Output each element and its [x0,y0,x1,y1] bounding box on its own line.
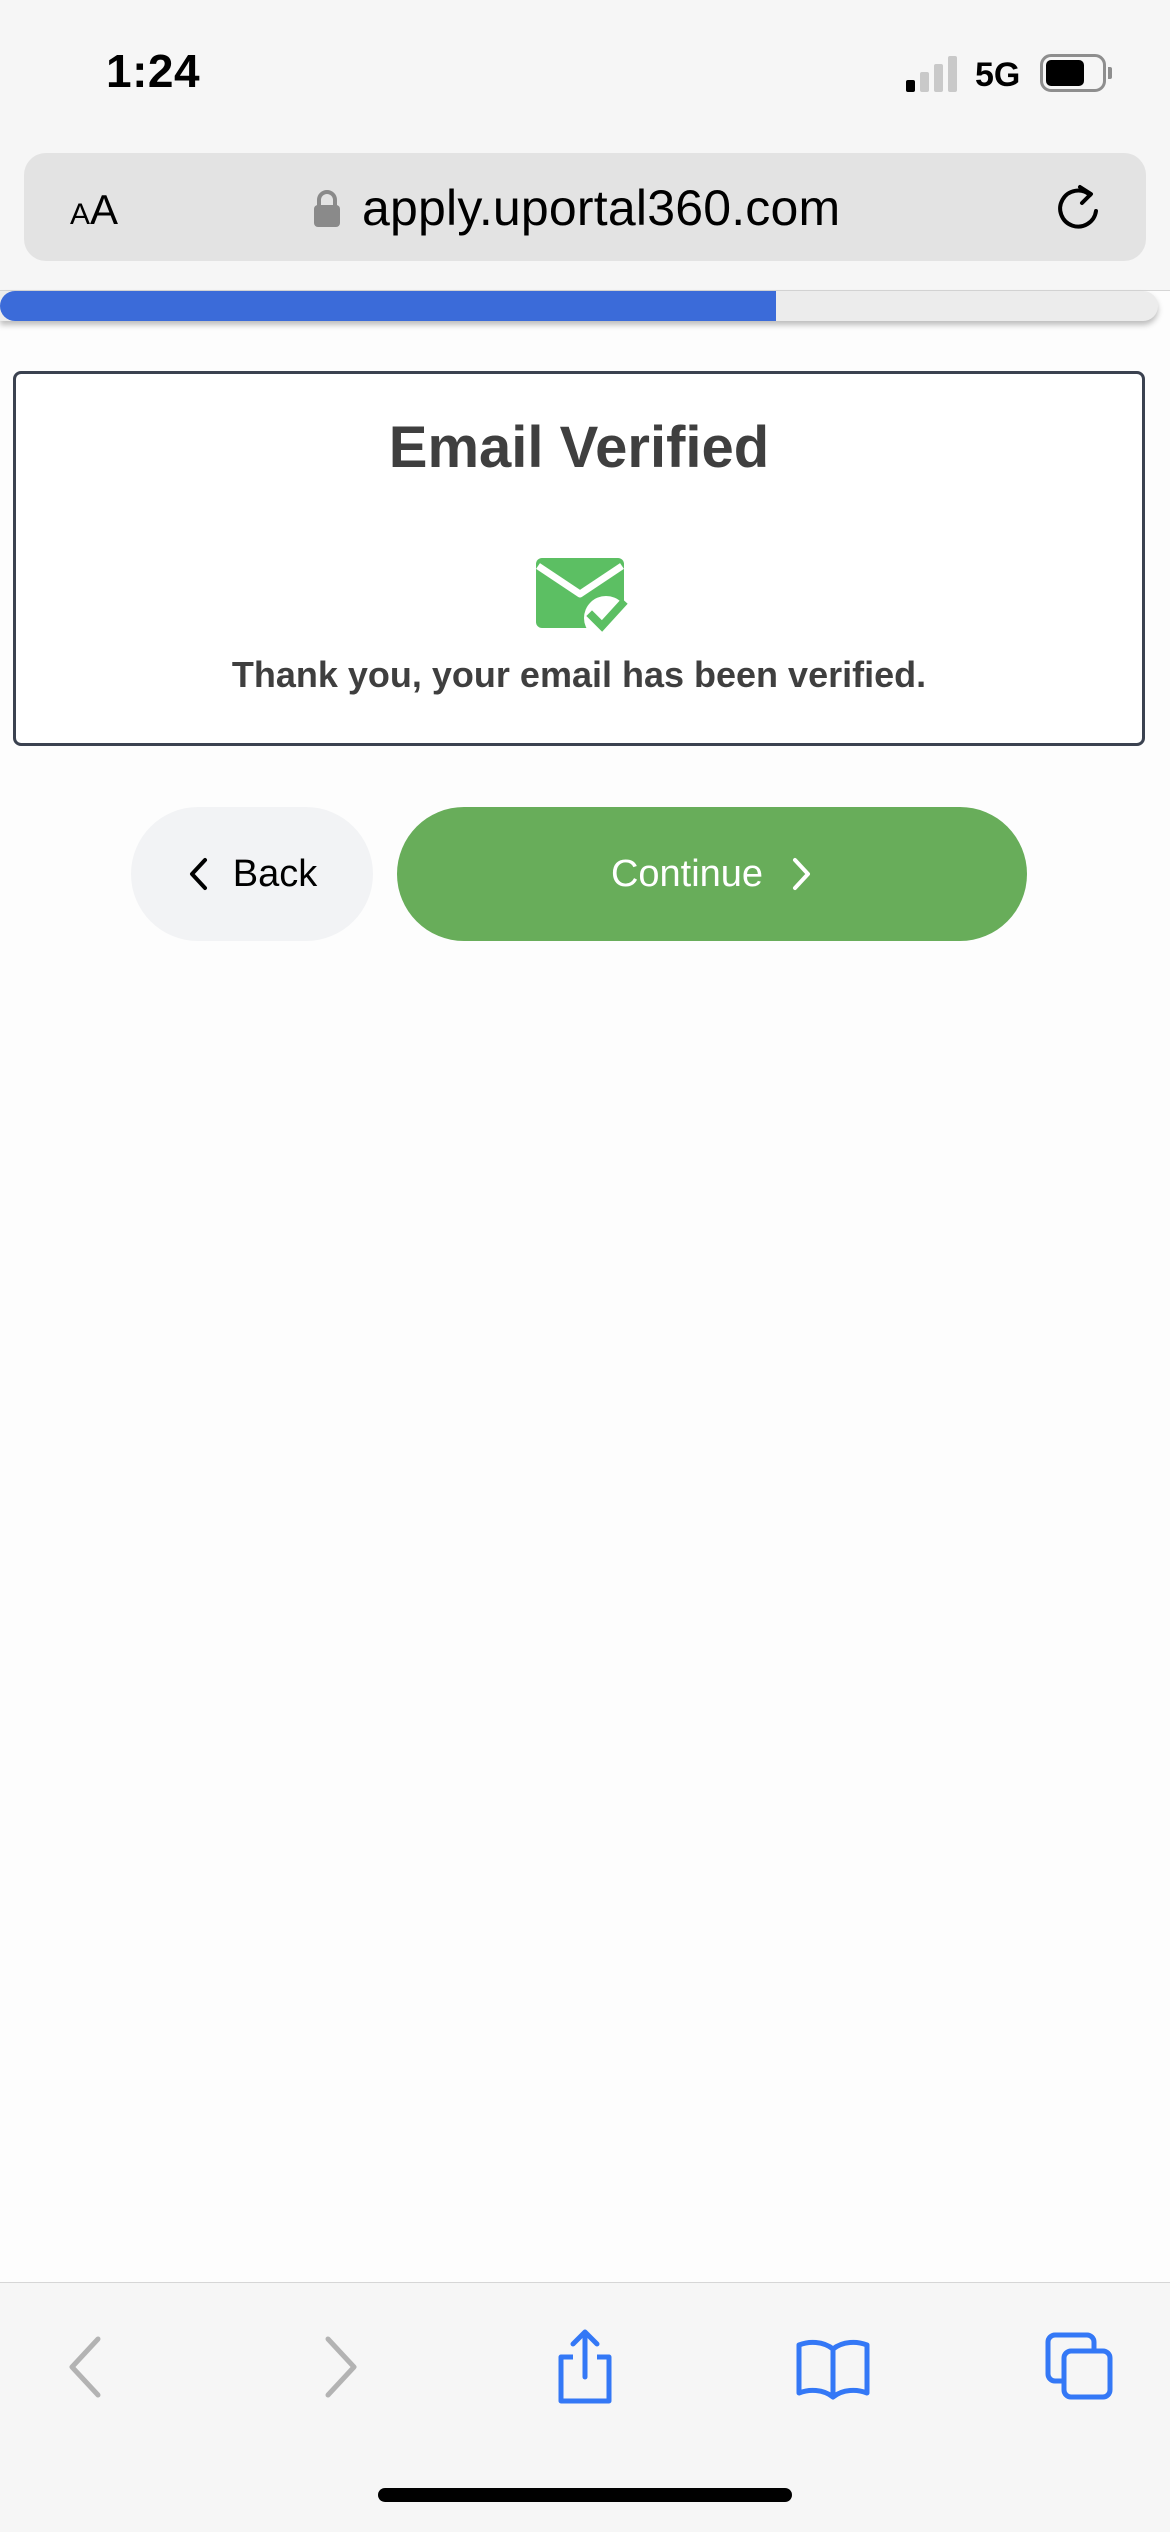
network-label: 5G [975,56,1021,94]
chevron-right-icon [793,858,811,890]
verification-card: Email Verified Thank you, your email has… [13,371,1145,746]
continue-button-label: Continue [610,852,764,895]
battery-icon [1040,54,1112,94]
bookmarks-icon[interactable] [793,2327,873,2407]
email-verified-icon [536,558,628,640]
signal-strength-icon [906,56,958,92]
status-bar: 1:24 5G [0,0,1170,145]
text-size-button[interactable]: AA [70,186,118,234]
home-indicator [378,2488,792,2502]
nav-back-icon[interactable] [46,2327,126,2407]
text-size-small-label: A [70,198,91,231]
progress-fill [0,291,776,321]
url-text[interactable]: apply.uportal360.com [362,179,840,237]
status-time: 1:24 [106,45,201,97]
address-bar[interactable]: AA apply.uportal360.com [24,153,1146,261]
back-button-label: Back [232,852,318,895]
back-button[interactable]: Back [131,807,373,941]
nav-forward-icon[interactable] [300,2327,380,2407]
page: 1:24 5G AA apply.uportal360.com Email Ve… [0,0,1170,2532]
browser-top-bar: AA apply.uportal360.com [0,145,1170,291]
reload-icon[interactable] [1050,179,1106,235]
card-title: Email Verified [388,415,770,480]
tabs-icon[interactable] [1040,2327,1120,2407]
text-size-large-label: A [90,186,119,233]
chevron-left-icon [189,858,207,890]
share-icon[interactable] [545,2327,625,2407]
lock-icon [314,190,340,227]
continue-button[interactable]: Continue [397,807,1027,941]
card-message: Thank you, your email has been verified. [231,654,927,695]
progress-bar [0,291,1158,321]
